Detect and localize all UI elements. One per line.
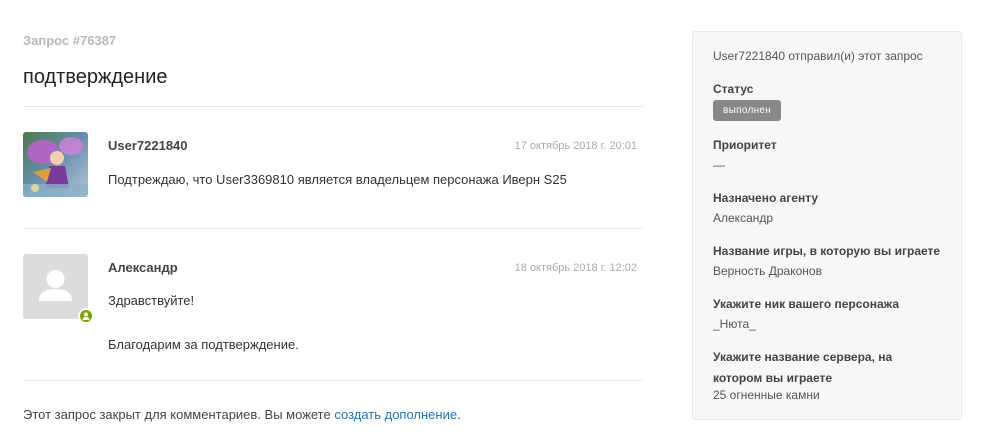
request-details-sidebar: User7221840 отправил(и) этот запрос Стат… [692, 31, 962, 420]
priority-label: Приоритет [713, 138, 777, 152]
comment-date: 18 октябрь 2018 г. 12:02 [514, 262, 637, 274]
comment-body: Подтреждаю, что User3369810 является вла… [108, 172, 567, 187]
divider [23, 228, 643, 229]
closed-end: . [457, 407, 461, 422]
submitted-by: User7221840 отправил(и) этот запрос [713, 49, 923, 63]
divider [23, 380, 643, 381]
request-id: Запрос #76387 [23, 33, 117, 48]
nick-label: Укажите ник вашего персонажа [713, 297, 899, 311]
agent-badge-icon [78, 308, 94, 324]
status-label: Статус [713, 82, 754, 96]
comment-author: User7221840 [108, 138, 188, 153]
comment-author: Александр [108, 260, 178, 275]
game-value: Верность Драконов [713, 264, 822, 278]
user-avatar-image [23, 132, 88, 197]
request-closed-note: Этот запрос закрыт для комментариев. Вы … [23, 407, 461, 422]
request-title: подтверждение [23, 66, 168, 88]
assignee-value: Александр [713, 211, 774, 225]
status-badge: выполнен [713, 100, 782, 121]
comment-body: Благодарим за подтверждение. [108, 337, 299, 352]
avatar [23, 254, 88, 319]
server-label: Укажите название сервера, на котором вы … [713, 350, 893, 385]
comment-body: Здравствуйте! [108, 293, 195, 308]
closed-text: Этот запрос закрыт для комментариев. Вы … [23, 407, 335, 422]
followup-link[interactable]: создать дополнение [334, 407, 457, 422]
priority-value: — [713, 158, 725, 172]
divider [23, 106, 643, 107]
assignee-label: Назначено агенту [713, 191, 819, 205]
avatar [23, 132, 88, 197]
default-user-icon [39, 270, 72, 301]
server-value: 25 огненные камни [713, 388, 820, 402]
comment-date: 17 октябрь 2018 г. 20:01 [514, 140, 637, 152]
game-label: Название игры, в которую вы играете [713, 244, 941, 258]
nick-value: _Нюта_ [713, 317, 756, 331]
